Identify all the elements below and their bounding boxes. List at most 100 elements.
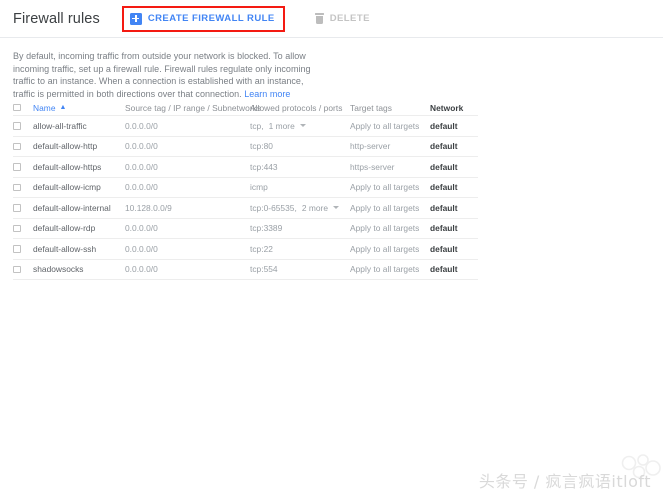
- protocols-text: tcp:443: [250, 161, 278, 172]
- row-checkbox[interactable]: [13, 204, 21, 212]
- caret-up-icon: ▲: [59, 104, 67, 111]
- cell-source-range: 0.0.0.0/0: [125, 120, 158, 131]
- page-title: Firewall rules: [13, 10, 100, 27]
- cell-rule-name[interactable]: default-allow-https: [33, 162, 125, 172]
- cell-protocols-ports: tcp:22: [250, 244, 350, 254]
- table-body: allow-all-traffic 0.0.0.0/0 tcp, 1 more Appl…: [13, 116, 478, 280]
- row-checkbox[interactable]: [13, 224, 21, 232]
- toolbar-divider: [0, 37, 663, 38]
- table-row[interactable]: default-allow-http 0.0.0.0/0 tcp:80 http-se…: [13, 137, 478, 157]
- plus-icon: [129, 12, 142, 25]
- select-all-checkbox-cell[interactable]: [13, 103, 33, 112]
- protocols-text: tcp:22: [250, 243, 273, 254]
- cell-source-range: 0.0.0.0/0: [125, 223, 158, 234]
- row-checkbox-cell[interactable]: [13, 224, 33, 232]
- cell-rule-name[interactable]: default-allow-http: [33, 141, 125, 151]
- column-header-name-label: Name: [33, 102, 56, 113]
- cell-source-range: 0.0.0.0/0: [125, 243, 158, 254]
- row-checkbox-cell[interactable]: [13, 142, 33, 150]
- trash-icon: [314, 13, 324, 24]
- delete-label: DELETE: [329, 13, 370, 24]
- firewall-rules-page: Firewall rules CREATE FIREWALL RULE DELE…: [0, 0, 663, 500]
- protocols-inner: tcp, 1 more: [250, 121, 350, 131]
- row-checkbox-cell[interactable]: [13, 245, 33, 253]
- row-checkbox-cell[interactable]: [13, 163, 33, 171]
- cell-target-tags: https-server: [350, 161, 395, 172]
- firewall-rules-table: Name ▲ Source tag / IP range / Subnetwor…: [13, 101, 478, 280]
- cell-protocols-ports: tcp, 1 more: [250, 121, 350, 131]
- row-checkbox[interactable]: [13, 265, 21, 273]
- cell-rule-name[interactable]: allow-all-traffic: [33, 121, 125, 131]
- table-row[interactable]: shadowsocks 0.0.0.0/0 tcp:554 Apply to all …: [13, 260, 478, 280]
- cell-network[interactable]: default: [430, 203, 475, 213]
- protocols-inner: tcp:22: [250, 244, 350, 254]
- create-firewall-rule-label: CREATE FIREWALL RULE: [147, 13, 275, 24]
- protocols-inner: tcp:80: [250, 141, 350, 151]
- column-header-target-tags[interactable]: Target tags: [350, 103, 430, 113]
- cell-target-tags: Apply to all targets: [350, 223, 420, 234]
- protocols-text: tcp:0-65535,: [250, 202, 297, 213]
- cell-source-range: 0.0.0.0/0: [125, 141, 158, 152]
- select-all-checkbox[interactable]: [13, 103, 21, 112]
- cell-rule-name[interactable]: default-allow-internal: [33, 203, 125, 213]
- cell-source-range: 0.0.0.0/0: [125, 161, 158, 172]
- cell-source-range: 0.0.0.0/0: [125, 182, 158, 193]
- toolbar-actions: CREATE FIREWALL RULE DELETE: [121, 5, 376, 32]
- table-row[interactable]: allow-all-traffic 0.0.0.0/0 tcp, 1 more Appl…: [13, 116, 478, 137]
- row-checkbox[interactable]: [13, 245, 21, 253]
- chevron-down-icon[interactable]: [333, 206, 339, 210]
- protocols-text: tcp,: [250, 120, 264, 131]
- cell-network[interactable]: default: [430, 162, 475, 172]
- row-checkbox[interactable]: [13, 142, 21, 150]
- cell-rule-name[interactable]: default-allow-icmp: [33, 182, 125, 192]
- table-row[interactable]: default-allow-internal 10.128.0.0/9 tcp:0-…: [13, 198, 478, 219]
- cell-protocols-ports: tcp:3389: [250, 223, 350, 233]
- row-checkbox-cell[interactable]: [13, 183, 33, 191]
- table-row[interactable]: default-allow-ssh 0.0.0.0/0 tcp:22 Apply to…: [13, 239, 478, 260]
- description-text: By default, incoming traffic from outsid…: [13, 50, 313, 100]
- chevron-down-icon[interactable]: [299, 124, 306, 128]
- table-row[interactable]: default-allow-rdp 0.0.0.0/0 tcp:3389 Apply …: [13, 219, 478, 239]
- cell-network[interactable]: default: [430, 182, 475, 192]
- cell-protocols-ports: tcp:443: [250, 162, 350, 172]
- cell-network[interactable]: default: [430, 244, 475, 254]
- row-checkbox[interactable]: [13, 122, 21, 130]
- column-header-network[interactable]: Network: [430, 103, 475, 113]
- cell-target-tags: Apply to all targets: [350, 182, 420, 193]
- cell-target-tags: Apply to all targets: [350, 202, 420, 213]
- protocols-inner: icmp: [250, 182, 350, 192]
- protocols-text: tcp:554: [250, 264, 278, 275]
- table-row[interactable]: default-allow-icmp 0.0.0.0/0 icmp Apply to …: [13, 178, 478, 198]
- cell-protocols-ports: icmp: [250, 182, 350, 192]
- cell-network[interactable]: default: [430, 141, 475, 151]
- cell-network[interactable]: default: [430, 223, 475, 233]
- watermark: 头条号 / 疯言疯语itloft: [478, 472, 651, 491]
- row-checkbox-cell[interactable]: [13, 204, 33, 212]
- protocols-text: tcp:3389: [250, 223, 283, 234]
- column-header-source[interactable]: Source tag / IP range / Subnetworks: [125, 103, 261, 113]
- row-checkbox-cell[interactable]: [13, 122, 33, 130]
- cell-rule-name[interactable]: default-allow-ssh: [33, 244, 125, 254]
- column-header-name[interactable]: Name ▲: [33, 103, 125, 113]
- cell-target-tags: Apply to all targets: [350, 243, 420, 254]
- table-row[interactable]: default-allow-https 0.0.0.0/0 tcp:443 https…: [13, 157, 478, 178]
- row-checkbox-cell[interactable]: [13, 265, 33, 273]
- cell-target-tags: http-server: [350, 141, 391, 152]
- cell-network[interactable]: default: [430, 121, 475, 131]
- protocols-inner: tcp:554: [250, 264, 350, 274]
- cell-rule-name[interactable]: default-allow-rdp: [33, 223, 125, 233]
- row-checkbox[interactable]: [13, 183, 21, 191]
- create-firewall-rule-button[interactable]: CREATE FIREWALL RULE: [121, 5, 285, 32]
- learn-more-link[interactable]: Learn more: [244, 89, 290, 99]
- column-header-protocols[interactable]: Allowed protocols / ports: [250, 103, 350, 113]
- protocols-inner: tcp:3389: [250, 223, 350, 233]
- protocols-more-link[interactable]: 1 more: [269, 121, 295, 131]
- cell-network[interactable]: default: [430, 264, 475, 274]
- cell-rule-name[interactable]: shadowsocks: [33, 264, 125, 274]
- protocols-more-link[interactable]: 2 more: [302, 203, 328, 213]
- row-checkbox[interactable]: [13, 163, 21, 171]
- toolbar: Firewall rules CREATE FIREWALL RULE DELE…: [0, 0, 663, 37]
- cell-source-range: 0.0.0.0/0: [125, 264, 158, 275]
- protocols-inner: tcp:0-65535, 2 more: [250, 203, 350, 213]
- delete-button[interactable]: DELETE: [309, 8, 376, 29]
